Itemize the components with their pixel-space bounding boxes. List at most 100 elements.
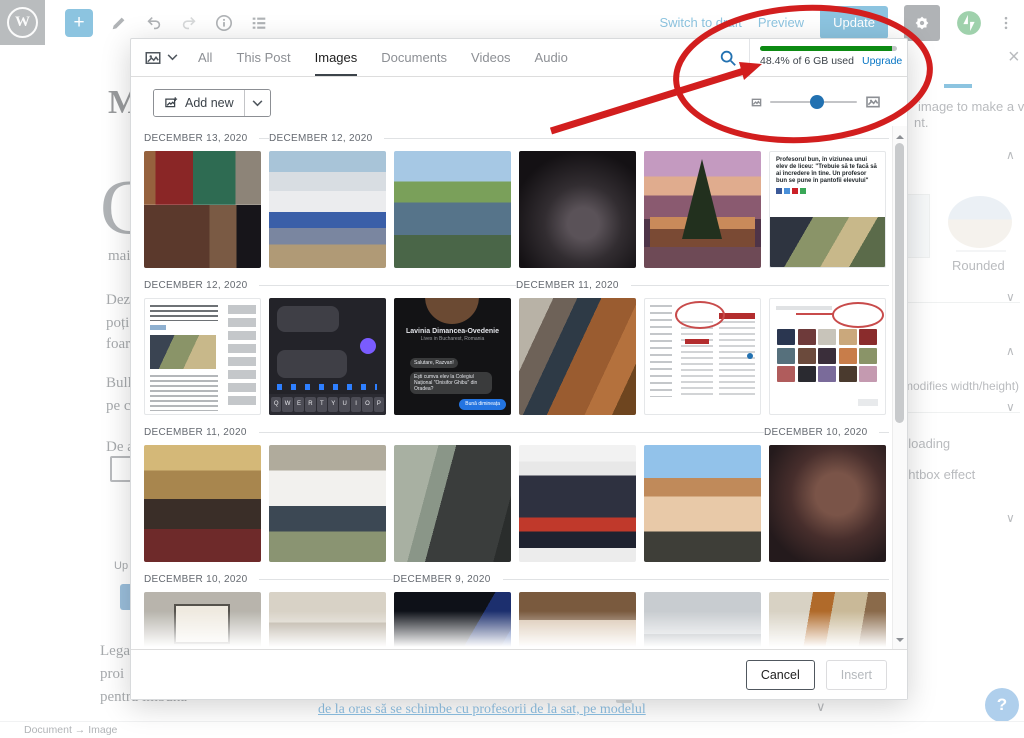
thumb-masked-students-group[interactable] [269,592,386,651]
modal-header: All This Post Images Documents Videos Au… [131,39,907,77]
keyboard-key: O [362,397,372,412]
upgrade-link[interactable]: Upgrade [862,55,902,67]
chat-bubble: Ești cumva elev la Colegiul Național "On… [410,372,492,394]
date-header: DECEMBER 10, 2020 [764,426,879,439]
large-image-icon [865,94,881,110]
mini-thumbnail [777,329,795,345]
thumb-office-man[interactable] [769,592,886,651]
add-new-button[interactable]: Add new [154,90,245,116]
thumb-man-by-river[interactable] [394,151,511,268]
media-row: Profesorul bun, în viziunea unui elev de… [144,151,889,268]
thumb-street-selfie[interactable] [644,445,761,562]
media-row [144,592,889,651]
keyboard-key: Y [328,397,338,412]
media-row: QWERTYUIOP Lavinia Dimancea-OvedenieLives… [144,298,889,415]
scrollbar-up-arrow[interactable] [896,131,904,139]
mini-thumbnail [777,348,795,364]
scrollbar-down-arrow[interactable] [896,638,904,646]
media-row [144,445,889,562]
social-icon [792,188,798,194]
mini-thumbnail [839,329,857,345]
thumb-boxing-glove-girl[interactable] [394,445,511,562]
thumb-redhead-portrait[interactable] [519,592,636,651]
image-icon [144,49,162,67]
chat-detail [277,306,339,332]
thumb-detail [681,321,713,399]
thumb-classroom-projector[interactable] [144,592,261,651]
date-header: DECEMBER 13, 2020 [144,132,259,145]
modal-toolbar: Add new [131,77,907,127]
thumb-detail [685,339,709,344]
add-new-label: Add new [185,96,234,110]
thumb-plans-page-red-annotations[interactable] [644,298,761,415]
modal-scrollbar[interactable] [892,126,907,651]
date-header: DECEMBER 12, 2020 [144,279,259,292]
thumb-detail [719,321,755,399]
chat-detail [277,384,377,390]
tab-audio[interactable]: Audio [535,39,568,76]
thumb-dark-webcam-portrait[interactable] [519,151,636,268]
mini-thumbnail [839,348,857,364]
thumb-church-ceremony[interactable] [144,445,261,562]
thumb-folk-dance-group[interactable] [269,151,386,268]
tab-this-post[interactable]: This Post [236,39,290,76]
mini-thumbnail [818,329,836,345]
media-grid-viewport: DECEMBER 13, 2020 DECEMBER 12, 2020 Profes… [144,126,889,651]
thumb-news-article-screenshot[interactable] [144,298,261,415]
tab-images[interactable]: Images [315,39,358,76]
thumb-detail [150,375,218,411]
thumb-facebook-profile-card[interactable]: Lavinia Dimancea-OvedenieLives in Buchar… [394,298,511,415]
tab-all[interactable]: All [198,39,212,76]
thumb-detail [682,159,722,239]
add-new-button-group: Add new [153,89,271,117]
storage-usage-fill [760,46,892,51]
thumb-detail [150,305,218,321]
small-image-icon [751,97,762,108]
chevron-down-icon [167,54,178,61]
thumb-selfie-collage[interactable] [144,151,261,268]
thumb-dark-blue-stage[interactable] [394,592,511,651]
add-new-dropdown-toggle[interactable] [245,90,270,116]
thumb-detail [858,399,878,406]
thumb-christmas-tree-square[interactable] [644,151,761,268]
slider-thumb[interactable] [810,95,824,109]
thumb-media-modal-screenshot[interactable] [769,298,886,415]
social-icon [784,188,790,194]
thumb-champion-belt-girl[interactable] [519,445,636,562]
keyboard-key: U [339,397,349,412]
date-header-row: DECEMBER 10, 2020 DECEMBER 9, 2020 [144,573,889,586]
scrollbar-thumb[interactable] [895,143,904,423]
thumb-dark-red-portrait[interactable] [769,445,886,562]
media-source-selector[interactable] [144,39,178,76]
slider-track[interactable] [770,101,857,103]
date-header: DECEMBER 10, 2020 [144,573,259,586]
profile-subtitle-text: Lives in Bucharest, Romania [394,336,511,342]
thumb-detail [675,301,725,329]
keyboard-key: R [305,397,315,412]
thumb-detail [174,604,230,644]
chat-detail [277,350,347,378]
chat-detail [360,338,376,354]
tab-documents[interactable]: Documents [381,39,447,76]
cancel-button[interactable]: Cancel [746,660,815,690]
thumb-man-sitting-park[interactable] [269,445,386,562]
mini-thumbnail [839,366,857,382]
date-header: DECEMBER 9, 2020 [393,573,503,586]
date-header: DECEMBER 11, 2020 [516,279,631,292]
thumb-detail [150,335,216,369]
search-icon[interactable] [719,39,737,76]
wordpress-editor-screen: W + Switch [0,0,1024,738]
thumb-masked-people-at-desk[interactable] [519,298,636,415]
date-header: DECEMBER 11, 2020 [144,426,259,439]
keyboard-key: P [374,397,384,412]
tab-videos[interactable]: Videos [471,39,511,76]
thumb-messenger-chat[interactable]: QWERTYUIOP [269,298,386,415]
thumbnail-size-slider [751,94,881,110]
thumb-article-classroom[interactable]: Profesorul bun, în viziunea unui elev de… [769,151,886,268]
keyboard-key: T [317,397,327,412]
thumb-detail [747,353,753,359]
media-grid: DECEMBER 13, 2020 DECEMBER 12, 2020 Profes… [144,126,889,651]
insert-button[interactable]: Insert [826,660,887,690]
thumb-stage-event-banner[interactable] [644,592,761,651]
chat-keyboard: QWERTYUIOP [269,394,386,415]
